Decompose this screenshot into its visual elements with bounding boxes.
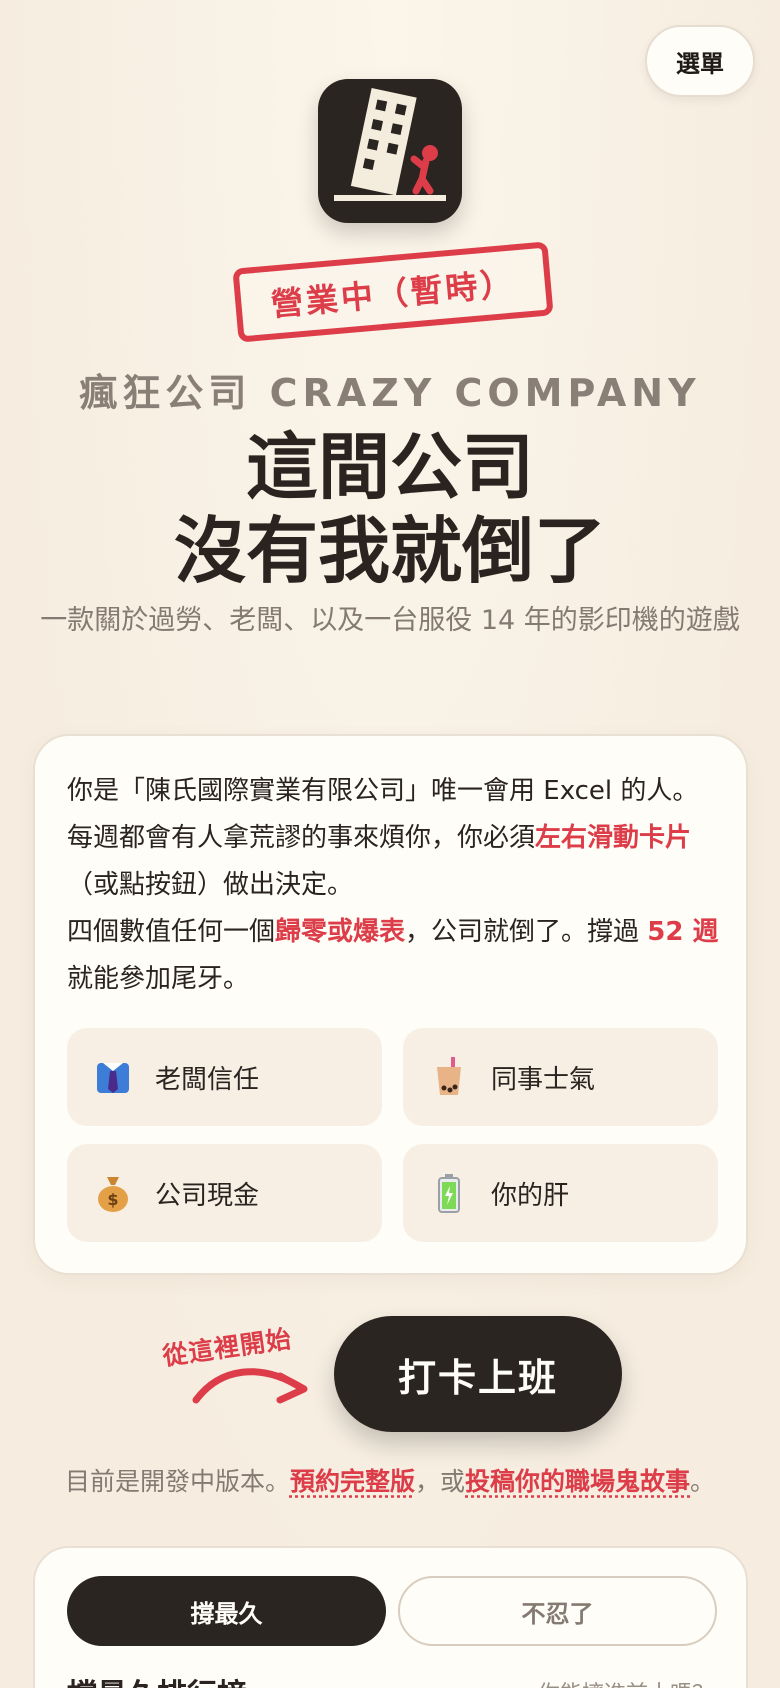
- dev-note: 目前是開發中版本。預約完整版，或投稿你的職場鬼故事。: [0, 1462, 780, 1498]
- svg-text:$: $: [107, 1190, 118, 1209]
- stat-boss-trust: 老闆信任: [67, 1028, 382, 1126]
- battery-icon: [429, 1173, 469, 1213]
- title-line-2: 沒有我就倒了: [173, 509, 606, 593]
- preorder-link[interactable]: 預約完整版: [290, 1467, 415, 1496]
- intro-text-2c: 就能參加尾牙。: [67, 964, 250, 994]
- menu-button[interactable]: 選單: [645, 25, 755, 97]
- leaderboard-card: 撐最久 不忍了 撐最久排行榜 你能擠進前十嗎？: [33, 1546, 748, 1688]
- stat-label: 同事士氣: [491, 1064, 596, 1095]
- app-logo: [318, 79, 462, 223]
- intro-highlight-weeks: 52 週: [647, 917, 719, 947]
- tab-quit[interactable]: 不忍了: [398, 1576, 717, 1646]
- intro-text: 你是「陳氏國際實業有限公司」唯一會用 Excel 的人。每週都會有人拿荒謬的事來…: [67, 768, 719, 1003]
- stat-label: 老闆信任: [155, 1064, 260, 1095]
- money-bag-icon: $: [93, 1173, 133, 1213]
- submit-story-link[interactable]: 投稿你的職場鬼故事: [465, 1467, 690, 1496]
- intro-text-2a: 四個數值任何一個: [67, 917, 276, 947]
- falling-building-icon: [334, 88, 446, 201]
- title-line-1: 這間公司: [245, 425, 534, 509]
- stat-label: 公司現金: [155, 1180, 260, 1211]
- intro-card: 你是「陳氏國際實業有限公司」唯一會用 Excel 的人。每週都會有人拿荒謬的事來…: [33, 734, 748, 1275]
- intro-highlight-zero: 歸零或爆表: [275, 917, 406, 947]
- status-stamp: 營業中（暫時）: [232, 241, 554, 343]
- page-subtitle: 一款關於過勞、老闆、以及一台服役 14 年的影印機的遊戲: [40, 605, 740, 636]
- clock-in-button[interactable]: 打卡上班: [334, 1316, 622, 1432]
- dev-note-suffix: 。: [690, 1467, 716, 1496]
- tab-longest-survival[interactable]: 撐最久: [67, 1576, 386, 1646]
- intro-text-1b: （或點按鈕）做出決定。: [67, 870, 354, 900]
- stat-company-cash: $ 公司現金: [67, 1144, 382, 1242]
- stat-coworker-morale: 同事士氣: [403, 1028, 718, 1126]
- leaderboard-hint: 你能擠進前十嗎？: [538, 1676, 714, 1688]
- intro-text-2b: ，公司就倒了。撐過: [405, 917, 648, 947]
- stat-label: 你的肝: [491, 1180, 570, 1211]
- dev-note-middle: ，或: [414, 1467, 465, 1496]
- intro-highlight-swipe: 左右滑動卡片: [535, 823, 692, 853]
- page-title: 這間公司 沒有我就倒了: [0, 425, 780, 593]
- curved-arrow-icon: [192, 1368, 308, 1404]
- bubble-tea-icon: [429, 1057, 469, 1097]
- brand-name: 瘋狂公司 CRAZY COMPANY: [79, 371, 701, 415]
- necktie-shirt-icon: [93, 1057, 133, 1097]
- leaderboard-title: 撐最久排行榜: [67, 1670, 247, 1688]
- stat-your-liver: 你的肝: [403, 1144, 718, 1242]
- dev-note-prefix: 目前是開發中版本。: [64, 1467, 290, 1496]
